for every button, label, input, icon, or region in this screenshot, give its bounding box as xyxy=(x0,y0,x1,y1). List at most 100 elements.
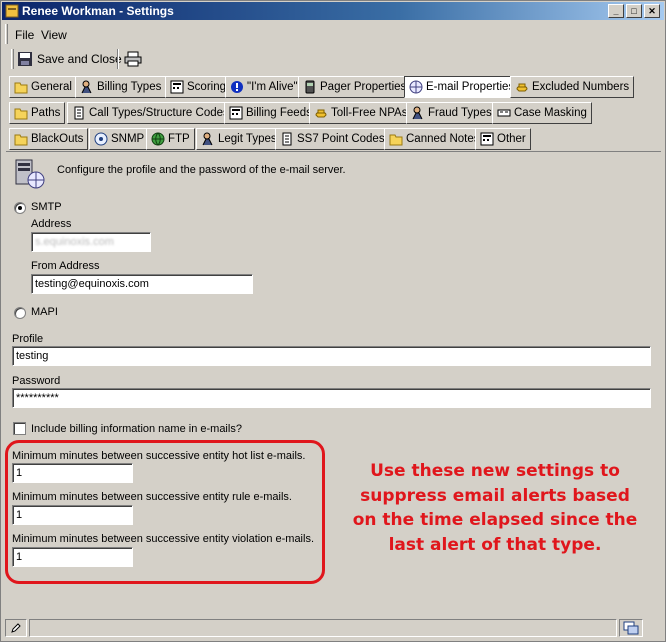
status-pane-edit xyxy=(5,619,27,637)
tab-ftp[interactable]: FTP xyxy=(146,128,195,150)
status-bar xyxy=(3,617,663,639)
menu-grip xyxy=(5,24,8,44)
save-close-button[interactable]: Save and Close xyxy=(17,49,122,69)
person-icon xyxy=(412,106,423,120)
annotation-callout: Use these new settings to suppress email… xyxy=(345,459,645,557)
minimize-button[interactable]: _ xyxy=(608,4,624,18)
save-close-label: Save and Close xyxy=(37,52,122,66)
password-label: Password xyxy=(12,375,61,387)
smtp-radio[interactable] xyxy=(14,202,26,214)
mask-icon xyxy=(497,109,511,117)
tab-toll-free-npas[interactable]: Toll-Free NPAs xyxy=(309,102,413,124)
tab-im-alive[interactable]: "I'm Alive" xyxy=(225,76,303,98)
tab-call-types[interactable]: Call Types/Structure Codes xyxy=(67,102,234,124)
tab-label: Billing Feeds xyxy=(246,107,312,119)
close-button[interactable]: ✕ xyxy=(644,4,660,18)
toolbar-separator xyxy=(117,49,119,69)
person-icon xyxy=(81,80,92,94)
tab-label: Call Types/Structure Codes xyxy=(89,107,229,119)
tab-row-1: General Billing Types Scoring "I'm Alive… xyxy=(9,74,659,98)
pencil-icon xyxy=(11,623,21,633)
email-globe-icon xyxy=(409,80,423,94)
tab-paths[interactable]: Paths xyxy=(9,102,66,124)
document-icon xyxy=(74,106,84,120)
tab-general[interactable]: General xyxy=(9,76,77,98)
tab-label: FTP xyxy=(168,133,190,145)
phone-icon xyxy=(315,109,327,118)
tab-ss7-point-codes[interactable]: SS7 Point Codes xyxy=(275,128,390,150)
annotation-line-4: last alert of that type. xyxy=(388,534,602,555)
tab-snmp[interactable]: SNMP xyxy=(89,128,150,150)
annotation-line-3: on the time elapsed since the xyxy=(352,510,638,530)
folder-icon xyxy=(14,108,28,120)
address-field[interactable]: s.equinoxis.com xyxy=(31,232,151,252)
profile-field[interactable]: testing xyxy=(12,346,651,366)
tab-legit-types[interactable]: Legit Types xyxy=(196,128,282,150)
settings-window: Renee Workman - Settings _ □ ✕ File View… xyxy=(0,0,666,642)
menu-view[interactable]: View xyxy=(41,28,67,42)
windows-icon xyxy=(623,621,639,635)
tab-label: Legit Types xyxy=(218,133,277,145)
smtp-label: SMTP xyxy=(31,201,62,213)
tab-label: BlackOuts xyxy=(31,133,84,145)
calculator-icon xyxy=(170,80,184,94)
from-address-label: From Address xyxy=(31,260,100,272)
password-field[interactable]: ********** xyxy=(12,388,651,408)
person-icon xyxy=(202,132,213,146)
main-toolbar: Save and Close xyxy=(11,47,151,71)
tab-label: E-mail Properties xyxy=(426,81,515,93)
profile-label: Profile xyxy=(12,333,44,345)
document-icon xyxy=(282,132,292,146)
address-value: s.equinoxis.com xyxy=(35,236,114,248)
folder-icon xyxy=(389,134,403,146)
title-bar[interactable]: Renee Workman - Settings _ □ ✕ xyxy=(2,2,664,20)
menu-file[interactable]: File xyxy=(15,28,34,42)
status-pane-window xyxy=(619,619,643,637)
tab-other[interactable]: Other xyxy=(475,128,531,150)
tab-canned-notes[interactable]: Canned Notes xyxy=(384,128,485,150)
from-address-field[interactable]: testing@equinoxis.com xyxy=(31,274,253,294)
mapi-radio[interactable] xyxy=(14,307,26,319)
menu-bar: File View xyxy=(5,24,662,44)
info-icon xyxy=(231,81,243,93)
address-label: Address xyxy=(31,218,72,230)
tab-pager-properties[interactable]: Pager Properties xyxy=(298,76,412,98)
tab-label: General xyxy=(31,81,72,93)
tab-scoring[interactable]: Scoring xyxy=(165,76,231,98)
calculator-icon xyxy=(480,132,494,146)
phone-icon xyxy=(516,83,528,92)
tab-label: "I'm Alive" xyxy=(247,81,298,93)
annotation-line-1: Use these new settings to xyxy=(370,461,620,481)
tab-email-properties[interactable]: E-mail Properties xyxy=(404,76,520,98)
tab-excluded-numbers[interactable]: Excluded Numbers xyxy=(510,76,635,98)
print-button[interactable] xyxy=(124,49,142,69)
maximize-button[interactable]: □ xyxy=(626,4,642,18)
tab-label: Toll-Free NPAs xyxy=(331,107,408,119)
floppy-icon xyxy=(18,52,32,66)
folder-icon xyxy=(14,82,28,94)
include-billing-label: Include billing information name in e-ma… xyxy=(31,423,242,435)
tab-label: Excluded Numbers xyxy=(532,81,630,93)
toolbar-grip xyxy=(11,49,14,69)
pager-icon xyxy=(305,80,315,94)
tab-label: Billing Types xyxy=(97,81,162,93)
description-text: Configure the profile and the password o… xyxy=(57,164,346,176)
include-billing-checkbox[interactable] xyxy=(13,422,26,435)
tab-blackouts[interactable]: BlackOuts xyxy=(9,128,89,150)
server-icon xyxy=(15,159,45,189)
folder-icon xyxy=(14,134,28,146)
tab-case-masking[interactable]: Case Masking xyxy=(492,102,592,124)
tab-label: Canned Notes xyxy=(406,133,480,145)
tab-fraud-types[interactable]: Fraud Types xyxy=(406,102,497,124)
tab-label: Case Masking xyxy=(514,107,587,119)
status-pane-main xyxy=(29,619,617,637)
tab-billing-feeds[interactable]: Billing Feeds xyxy=(224,102,317,124)
tab-label: Paths xyxy=(31,107,61,119)
tab-row-2: Paths Call Types/Structure Codes Billing… xyxy=(9,100,659,124)
tab-billing-types[interactable]: Billing Types xyxy=(75,76,167,98)
window-title: Renee Workman - Settings xyxy=(22,4,174,18)
highlight-rounded-box xyxy=(5,440,325,584)
printer-icon xyxy=(124,51,142,67)
app-icon xyxy=(5,4,19,18)
tab-label: Pager Properties xyxy=(320,81,407,93)
